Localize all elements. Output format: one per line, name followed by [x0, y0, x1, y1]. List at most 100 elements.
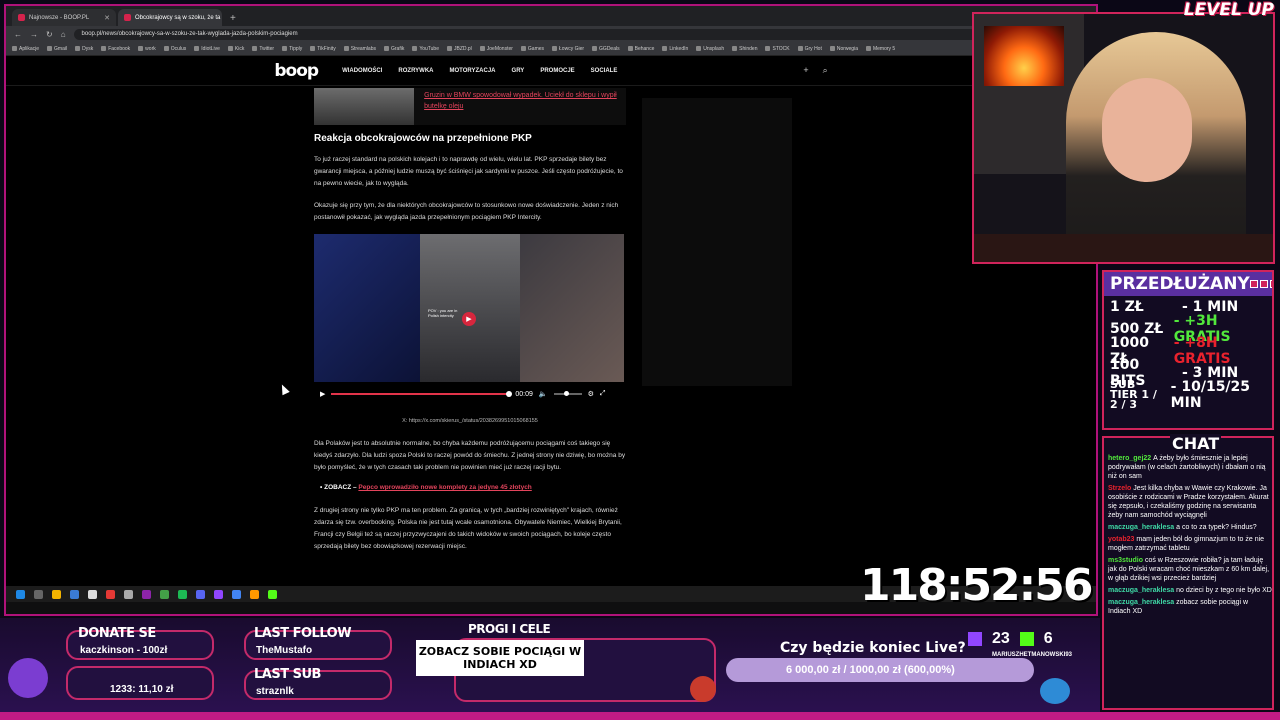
bookmark-item[interactable]: Facebook [101, 46, 130, 52]
site-header: boop WIADOMOŚCI ROZRYWKA MOTORYZACJA GRY… [6, 56, 1096, 86]
search-taskbar-icon[interactable] [34, 589, 43, 599]
forward-icon[interactable]: → [30, 30, 38, 39]
bookmark-item[interactable]: Gry Hot [797, 45, 822, 52]
settings-icon[interactable]: ⚙ [588, 390, 594, 398]
app-icon[interactable] [106, 589, 115, 599]
close-tab-icon[interactable]: ✕ [104, 14, 110, 22]
bookmark-icon [552, 46, 558, 51]
bookmark-item[interactable]: Łowcy Gier [552, 46, 584, 52]
bookmark-item[interactable]: Memory 5 [865, 45, 896, 52]
bookmark-item[interactable]: work [138, 46, 156, 52]
progi-label: PROGI I CELE [468, 622, 551, 636]
chat-username[interactable]: maczuga_heraklesa [1108, 587, 1176, 594]
nav-motoryzacja[interactable]: MOTORYZACJA [450, 68, 496, 74]
start-icon[interactable] [16, 589, 25, 599]
app3-icon[interactable] [250, 589, 259, 599]
bookmark-item[interactable]: STOCK [765, 46, 790, 52]
bookmark-item[interactable]: Gmail [47, 46, 67, 52]
bookmark-icon [592, 46, 598, 51]
tab-article[interactable]: Obcokrajowcy są w szoku, że ta✕ [118, 9, 222, 26]
new-tab-icon[interactable]: + [224, 13, 242, 26]
related-link[interactable]: Gruzin w BMW spowodował wypadek. Uciekł … [424, 88, 626, 125]
bookmark-item[interactable]: Kick [227, 46, 244, 52]
plus-icon[interactable]: + [803, 65, 808, 76]
volume-slider[interactable] [553, 391, 582, 396]
chrome-icon[interactable] [232, 589, 241, 599]
volume-knob[interactable] [563, 391, 569, 396]
twitch-app-icon[interactable] [214, 589, 223, 599]
obs-icon[interactable] [124, 589, 133, 599]
bookmark-icon [732, 46, 738, 51]
notepad-icon[interactable] [88, 589, 97, 599]
store-icon[interactable] [70, 589, 79, 599]
chat-username[interactable]: maczuga_heraklesa [1108, 524, 1176, 531]
chat-username[interactable]: ms3studio [1108, 557, 1145, 564]
url-field[interactable]: boop.pl/news/obcokrajowcy-sa-w-szoku-ze-… [73, 28, 1073, 40]
zobacz-link[interactable]: Pepco wprowadziło nowe komplety za jedyn… [358, 484, 531, 491]
related-thumbnail[interactable] [314, 88, 415, 125]
bookmark-label: YouTube [419, 45, 439, 52]
video-progress[interactable] [331, 391, 513, 397]
zobacz-item: • ZOBACZ – Pepco wprowadziło nowe komple… [320, 484, 532, 491]
nav-gry[interactable]: GRY [512, 68, 525, 74]
reload-icon[interactable]: ↻ [46, 30, 53, 39]
volume-icon[interactable]: 🔈 [539, 390, 548, 398]
bookmark-icon [797, 46, 803, 51]
related-article[interactable]: Gruzin w BMW spowodował wypadek. Uciekł … [314, 88, 626, 125]
bookmark-item[interactable]: Norwegia [829, 46, 858, 52]
nav-rozrywka[interactable]: ROZRYWKA [398, 68, 433, 74]
bookmark-item[interactable]: LinkedIn [662, 46, 688, 52]
bookmark-item[interactable]: Unsplash [696, 46, 724, 52]
video-source[interactable]: X: https://x.com/skierus_/status/2038269… [314, 418, 626, 424]
bookmark-item[interactable]: Shinden [732, 46, 757, 52]
bookmark-item[interactable]: Oculus [163, 46, 186, 52]
tab-bar: Najnowsze - BOOP.PL ✕ Obcokrajowcy są w s… [6, 6, 1096, 26]
xbox-icon[interactable] [160, 589, 169, 599]
chat-username[interactable]: maczuga_heraklesa [1108, 599, 1176, 606]
boop-logo[interactable]: boop [274, 61, 319, 81]
explorer-icon[interactable] [52, 589, 61, 599]
tab-najnowsze[interactable]: Najnowsze - BOOP.PL ✕ [12, 9, 116, 26]
bookmark-item[interactable]: JBZD.pl [447, 46, 472, 52]
bookmark-item[interactable]: Games [520, 46, 544, 52]
bookmark-item[interactable]: GGDeals [592, 46, 620, 52]
bookmark-label: Gry Hot [804, 45, 822, 52]
spotify-icon[interactable] [178, 589, 187, 599]
play-icon[interactable]: ▶ [320, 390, 325, 398]
home-icon[interactable]: ⌂ [61, 30, 66, 39]
bookmark-item[interactable]: Dysk [75, 46, 93, 52]
discord-icon[interactable] [142, 589, 151, 599]
bookmark-icon [163, 46, 169, 51]
app4-icon[interactable] [268, 589, 277, 599]
bookmark-item[interactable]: Streamlabs [343, 46, 376, 52]
back-icon[interactable]: ← [14, 30, 22, 39]
boop-favicon-icon [18, 14, 25, 21]
bookmark-item[interactable]: YouTube [412, 46, 439, 52]
pricing-row: SUB TIER 1 / 2 / 3 - 10/15/25 MIN [1104, 379, 1272, 411]
chat-username[interactable]: yotab23 [1108, 536, 1136, 543]
bookmark-item[interactable]: Aplikacje [12, 46, 39, 52]
viewer-counts: 23 6 [968, 630, 1053, 648]
chat-username[interactable]: Strzelo [1108, 485, 1133, 492]
bookmark-item[interactable]: TikFinity [310, 46, 336, 52]
bookmark-item[interactable]: Twitter [252, 46, 274, 52]
alert-message: ZOBACZ SOBIE POCIĄGI W INDIACH XD [416, 640, 584, 676]
chat-username[interactable]: hetero_gej22 [1108, 455, 1153, 462]
video-player[interactable]: POV : you are in Polish intercity ▶ ▶ 00… [314, 234, 624, 406]
bookmark-item[interactable]: IdiotLive [194, 46, 220, 52]
fullscreen-icon[interactable]: ⤢ [600, 390, 606, 398]
bookmark-label: Shinden [739, 45, 758, 52]
bookmark-item[interactable]: Tipply [282, 46, 302, 52]
nav-promocje[interactable]: PROMOCJE [540, 68, 574, 74]
bookmark-item[interactable]: JoeMonster [479, 46, 513, 52]
search-icon[interactable]: ⌕ [823, 65, 828, 76]
play-overlay-icon[interactable]: ▶ [462, 312, 476, 326]
progress-knob[interactable] [506, 391, 513, 397]
bookmark-item[interactable]: Grafik [384, 46, 404, 52]
bookmark-item[interactable]: Behance [627, 46, 654, 52]
nav-wiadomosci[interactable]: WIADOMOŚCI [342, 68, 382, 74]
bookmark-label: Memory 5 [872, 45, 896, 52]
bookmark-label: work [145, 45, 156, 52]
nav-sociale[interactable]: SOCIALE [591, 68, 618, 74]
app2-icon[interactable] [196, 589, 205, 599]
